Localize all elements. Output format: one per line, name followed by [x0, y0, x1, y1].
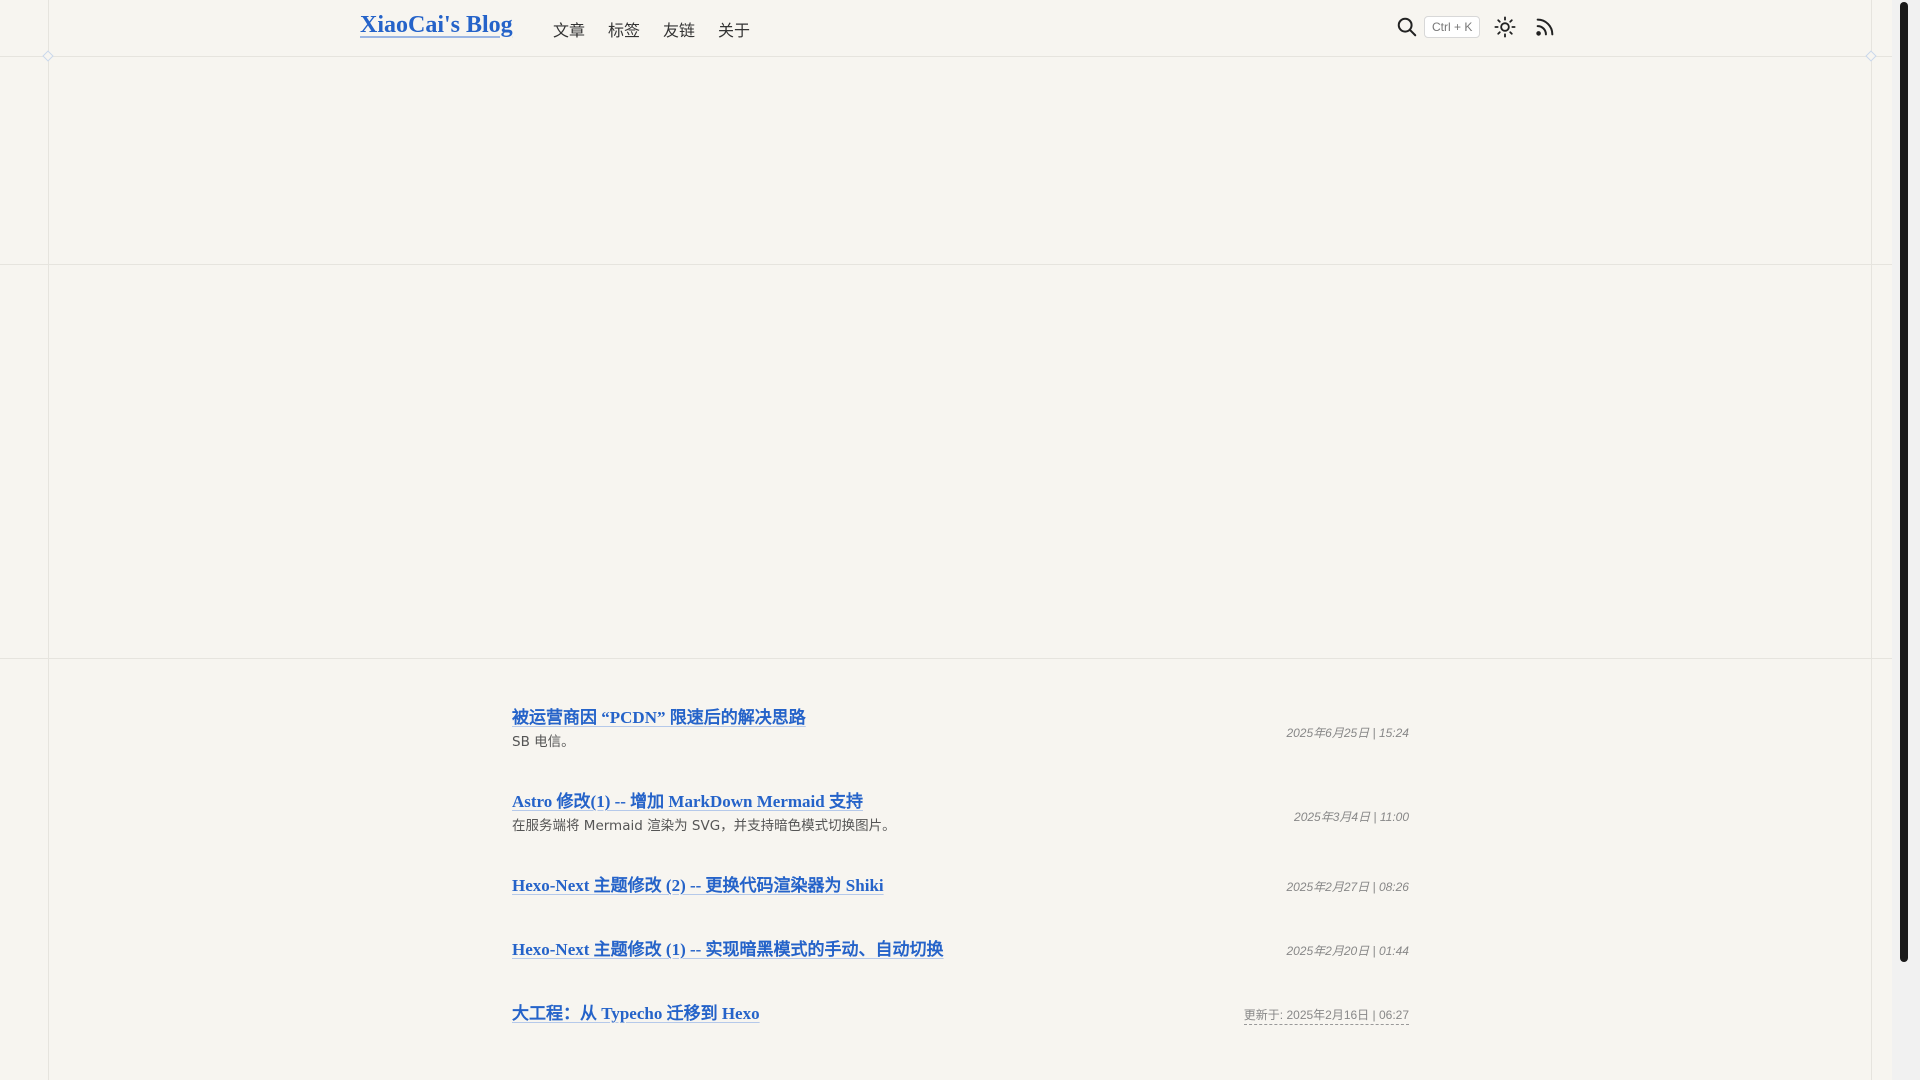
nav-item-about[interactable]: 关于 [718, 17, 750, 41]
rss-button[interactable] [1532, 14, 1558, 40]
search-button[interactable] [1394, 14, 1420, 40]
theme-toggle-button[interactable] [1492, 14, 1518, 40]
list-item: 被运营商因 “PCDN” 限速后的解决思路 SB 电信。 2025年6月25日 … [512, 706, 1409, 790]
frame-line-left [48, 0, 49, 1080]
main-nav: 文章 标签 友链 关于 [553, 17, 773, 41]
scrollbar-thumb[interactable] [1900, 2, 1908, 962]
post-date: 2025年2月20日 | 01:44 [1286, 944, 1409, 958]
search-icon [1397, 17, 1417, 37]
frame-line-banner-bottom [0, 658, 1892, 659]
frame-line-banner-top [0, 264, 1892, 265]
header-tools: Ctrl + K [1394, 14, 1558, 40]
frame-line-header [0, 56, 1892, 57]
post-title[interactable]: Astro 修改(1) -- 增加 MarkDown Mermaid 支持 [512, 790, 863, 814]
list-item: 大工程：从 Typecho 迁移到 Hexo 更新于: 2025年2月16日 |… [512, 1002, 1409, 1066]
list-item: Hexo-Next 主题修改 (1) -- 实现暗黑模式的手动、自动切换 202… [512, 938, 1409, 1002]
post-title[interactable]: 被运营商因 “PCDN” 限速后的解决思路 [512, 706, 806, 730]
post-title[interactable]: Hexo-Next 主题修改 (1) -- 实现暗黑模式的手动、自动切换 [512, 938, 944, 962]
nav-item-links[interactable]: 友链 [663, 17, 695, 41]
site-logo[interactable]: XiaoCai's Blog [360, 12, 513, 39]
post-description: SB 电信。 [512, 734, 575, 750]
post-description: 在服务端将 Mermaid 渲染为 SVG，并支持暗色模式切换图片。 [512, 818, 896, 834]
sun-icon [1494, 16, 1516, 38]
list-item: Astro 修改(1) -- 增加 MarkDown Mermaid 支持 在服… [512, 790, 1409, 874]
post-list: 被运营商因 “PCDN” 限速后的解决思路 SB 电信。 2025年6月25日 … [512, 706, 1409, 1066]
frame-line-right [1871, 0, 1872, 1080]
page: XiaoCai's Blog 文章 标签 友链 关于 Ctrl + K 被运营商… [0, 0, 1920, 1080]
page-scrollbar[interactable] [1892, 0, 1920, 1080]
post-title[interactable]: 大工程：从 Typecho 迁移到 Hexo [512, 1002, 760, 1026]
post-date: 2025年3月4日 | 11:00 [1294, 810, 1409, 824]
post-updated-date: 更新于: 2025年2月16日 | 06:27 [1243, 1006, 1409, 1025]
post-date: 2025年2月27日 | 08:26 [1286, 880, 1409, 894]
nav-item-articles[interactable]: 文章 [553, 17, 585, 41]
nav-item-tags[interactable]: 标签 [608, 17, 640, 41]
post-title[interactable]: Hexo-Next 主题修改 (2) -- 更换代码渲染器为 Shiki [512, 874, 884, 898]
rss-icon [1536, 18, 1554, 36]
site-header: XiaoCai's Blog 文章 标签 友链 关于 Ctrl + K [0, 0, 1892, 56]
search-shortcut-hint: Ctrl + K [1424, 16, 1481, 38]
list-item: Hexo-Next 主题修改 (2) -- 更换代码渲染器为 Shiki 202… [512, 874, 1409, 938]
post-date: 2025年6月25日 | 15:24 [1286, 726, 1409, 740]
